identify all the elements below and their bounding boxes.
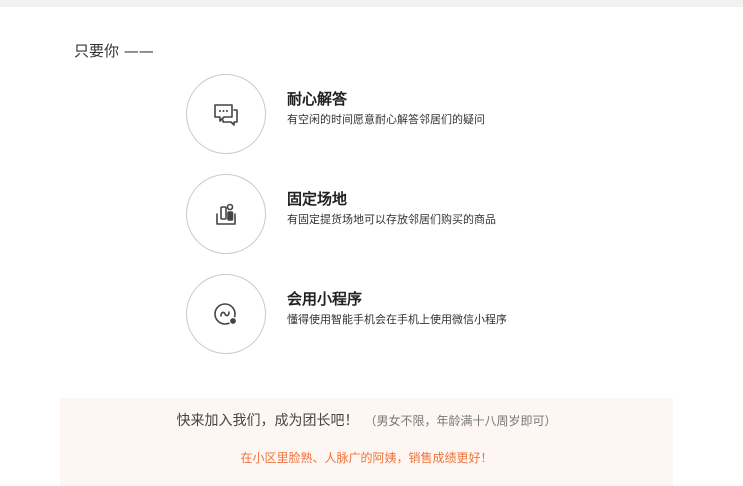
feature-icon-circle: [186, 74, 266, 154]
feature-icon-circle: [186, 274, 266, 354]
join-callout-headline: 快来加入我们，成为团长吧！ （男女不限，年龄满十八周岁即可）: [60, 410, 673, 431]
feature-description: 懂得使用智能手机会在手机上使用微信小程序: [287, 313, 507, 326]
chat-bubbles-icon: [214, 104, 238, 126]
intro-heading: 只要你 ——: [74, 42, 154, 60]
feature-title: 会用小程序: [287, 290, 363, 308]
top-divider-strip: [0, 0, 743, 7]
join-callout-requirement: （男女不限，年龄满十八周岁即可）: [364, 414, 557, 428]
join-callout-title: 快来加入我们，成为团长吧！: [176, 413, 359, 429]
feature-icon-circle: [186, 174, 266, 254]
mini-program-icon: [214, 303, 238, 326]
feature-title: 固定场地: [287, 190, 348, 208]
location-pickup-icon: [216, 203, 236, 225]
feature-mini-program: 会用小程序 懂得使用智能手机会在手机上使用微信小程序: [186, 274, 606, 356]
feature-description: 有空闲的时间愿意耐心解答邻居们的疑问: [287, 113, 485, 126]
feature-title: 耐心解答: [287, 90, 348, 108]
feature-fixed-location: 固定场地 有固定提货场地可以存放邻居们购买的商品: [186, 174, 606, 256]
join-callout-tip: 在小区里脸熟、人脉广的阿姨，销售成绩更好！: [240, 451, 493, 465]
feature-patient-answers: 耐心解答 有空闲的时间愿意耐心解答邻居们的疑问: [186, 74, 606, 156]
join-callout: 快来加入我们，成为团长吧！ （男女不限，年龄满十八周岁即可） 在小区里脸熟、人脉广…: [60, 398, 673, 486]
feature-description: 有固定提货场地可以存放邻居们购买的商品: [287, 213, 496, 226]
